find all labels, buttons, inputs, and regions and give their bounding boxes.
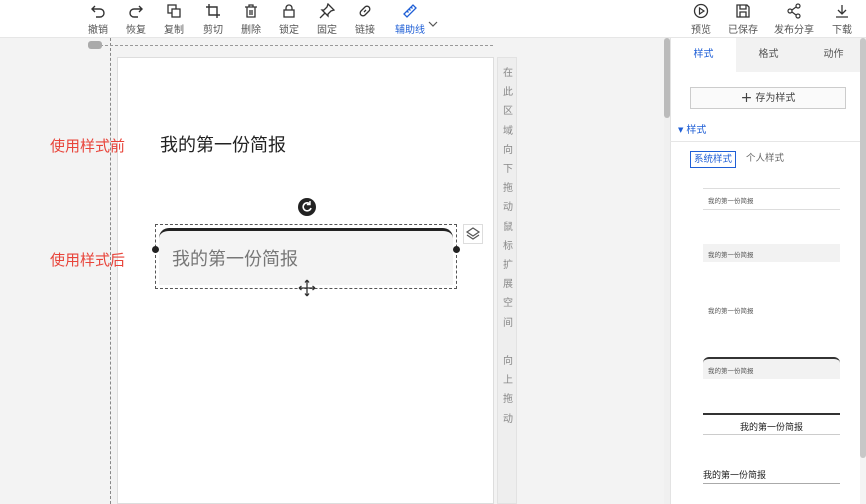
- guides-label: 辅助线: [395, 25, 425, 36]
- style-sample-4[interactable]: 我的第一份简报: [703, 357, 840, 379]
- tab-action[interactable]: 动作: [801, 38, 866, 72]
- hint-char: 此: [503, 87, 513, 99]
- style-section-title: 样式: [686, 125, 707, 136]
- pin-label: 固定: [317, 25, 337, 36]
- label-before-style: 使用样式前: [50, 137, 126, 155]
- undo-icon: [91, 5, 105, 18]
- panel-scrollbar-thumb[interactable]: [860, 38, 866, 458]
- label-after-style: 使用样式后: [50, 251, 126, 269]
- copy-label: 复制: [164, 25, 184, 36]
- download-button[interactable]: 下载: [824, 3, 860, 36]
- resize-handle-right[interactable]: [453, 246, 460, 253]
- hint-char: 区: [503, 106, 513, 118]
- link-button[interactable]: 链接: [347, 3, 383, 36]
- hint-char: 扩: [503, 260, 513, 271]
- lock-button[interactable]: 锁定: [271, 3, 307, 36]
- top-toolbar: 撤销 恢复 复制 剪切 删除 锁定 固定 链接 辅助线 预览 已保存 发布分享 …: [0, 0, 866, 38]
- hint-char: 拖: [503, 183, 513, 195]
- hint-char: 鼠: [503, 221, 513, 233]
- expand-space-hint[interactable]: 在此区域向下拖动鼠标扩展空间向上拖动: [497, 57, 517, 504]
- redo-icon: [129, 5, 143, 18]
- hint-char: 向: [503, 144, 513, 156]
- tab-format[interactable]: 格式: [736, 38, 801, 72]
- horizontal-guide-line[interactable]: [100, 45, 493, 46]
- save-as-style-button[interactable]: + 存为样式: [690, 87, 846, 109]
- subtab-system-styles[interactable]: 系统样式: [690, 151, 737, 168]
- delete-label: 删除: [241, 25, 261, 36]
- undo-label: 撤销: [88, 25, 108, 36]
- hint-char: 拖: [503, 394, 513, 406]
- crop-icon: [206, 4, 220, 18]
- lock-label: 锁定: [279, 25, 299, 36]
- pin-button[interactable]: 固定: [309, 3, 345, 36]
- ruler-icon: [403, 4, 417, 18]
- trash-icon: [245, 4, 257, 18]
- hint-char: 标: [503, 240, 513, 252]
- hint-char: 域: [503, 125, 513, 137]
- plus-icon: +: [740, 90, 753, 106]
- chevron-down-icon[interactable]: [428, 19, 438, 29]
- saved-button[interactable]: 已保存: [725, 3, 761, 36]
- lock-icon: [283, 4, 295, 18]
- style-sample-6-text: 我的第一份简报: [703, 471, 767, 481]
- share-button[interactable]: 发布分享: [772, 3, 816, 36]
- resize-handle-left[interactable]: [152, 246, 159, 253]
- preview-button[interactable]: 预览: [683, 3, 719, 36]
- link-label: 链接: [355, 25, 375, 36]
- redo-button[interactable]: 恢复: [118, 3, 154, 36]
- redo-label: 恢复: [126, 25, 146, 36]
- download-icon: [836, 5, 848, 18]
- style-sample-2-text: 我的第一份简报: [708, 251, 754, 259]
- vertical-guide-line[interactable]: [110, 38, 111, 504]
- hint-char: 空: [503, 298, 513, 310]
- pin-icon: [319, 3, 335, 19]
- plain-title-text[interactable]: 我的第一份简报: [160, 131, 286, 157]
- style-sample-5[interactable]: 我的第一份简报: [703, 413, 840, 435]
- hint-char: 间: [503, 317, 513, 329]
- style-section-header[interactable]: ▼ 样式: [670, 120, 866, 142]
- layers-icon: [465, 227, 481, 240]
- share-label: 发布分享: [774, 25, 814, 36]
- crop-button[interactable]: 剪切: [195, 3, 231, 36]
- guides-button[interactable]: 辅助线: [390, 3, 430, 36]
- copy-button[interactable]: 复制: [156, 3, 192, 36]
- crop-label: 剪切: [203, 25, 223, 36]
- hint-char: 动: [503, 202, 513, 214]
- link-icon: [359, 5, 371, 17]
- save-icon: [736, 4, 750, 18]
- style-sample-6[interactable]: 我的第一份简报: [703, 468, 840, 484]
- move-icon[interactable]: [298, 279, 316, 297]
- hint-char: 动: [503, 413, 513, 425]
- style-sample-5-text: 我的第一份简报: [739, 423, 803, 433]
- save-as-style-label: 存为样式: [755, 93, 796, 104]
- hint-char: 向: [503, 356, 513, 367]
- play-icon: [693, 3, 709, 19]
- style-sample-4-text: 我的第一份简报: [708, 367, 754, 375]
- share-icon: [787, 3, 801, 19]
- style-sample-1[interactable]: 我的第一份简报: [703, 188, 840, 210]
- rotate-icon: [302, 201, 312, 212]
- style-sample-1-text: 我的第一份简报: [708, 197, 754, 205]
- caret-down-icon: ▼: [678, 126, 684, 134]
- hint-char: 在: [503, 68, 513, 79]
- tab-style[interactable]: 样式: [671, 38, 736, 72]
- copy-icon: [167, 4, 181, 18]
- subtab-personal-styles[interactable]: 个人样式: [743, 151, 787, 168]
- delete-button[interactable]: 删除: [233, 3, 269, 36]
- hint-char: 展: [503, 279, 513, 291]
- style-sample-3-text: 我的第一份简报: [708, 307, 754, 315]
- guide-handle[interactable]: [88, 41, 102, 49]
- undo-button[interactable]: 撤销: [80, 3, 116, 36]
- style-sample-3[interactable]: 我的第一份简报: [703, 300, 840, 320]
- rotate-handle[interactable]: [298, 198, 316, 216]
- saved-label: 已保存: [728, 25, 758, 36]
- layers-button[interactable]: [463, 224, 483, 244]
- style-sample-2[interactable]: 我的第一份简报: [703, 244, 840, 262]
- preview-label: 预览: [691, 25, 711, 36]
- download-label: 下载: [832, 25, 852, 36]
- hint-char: 上: [503, 375, 513, 387]
- hint-char: 下: [503, 164, 513, 175]
